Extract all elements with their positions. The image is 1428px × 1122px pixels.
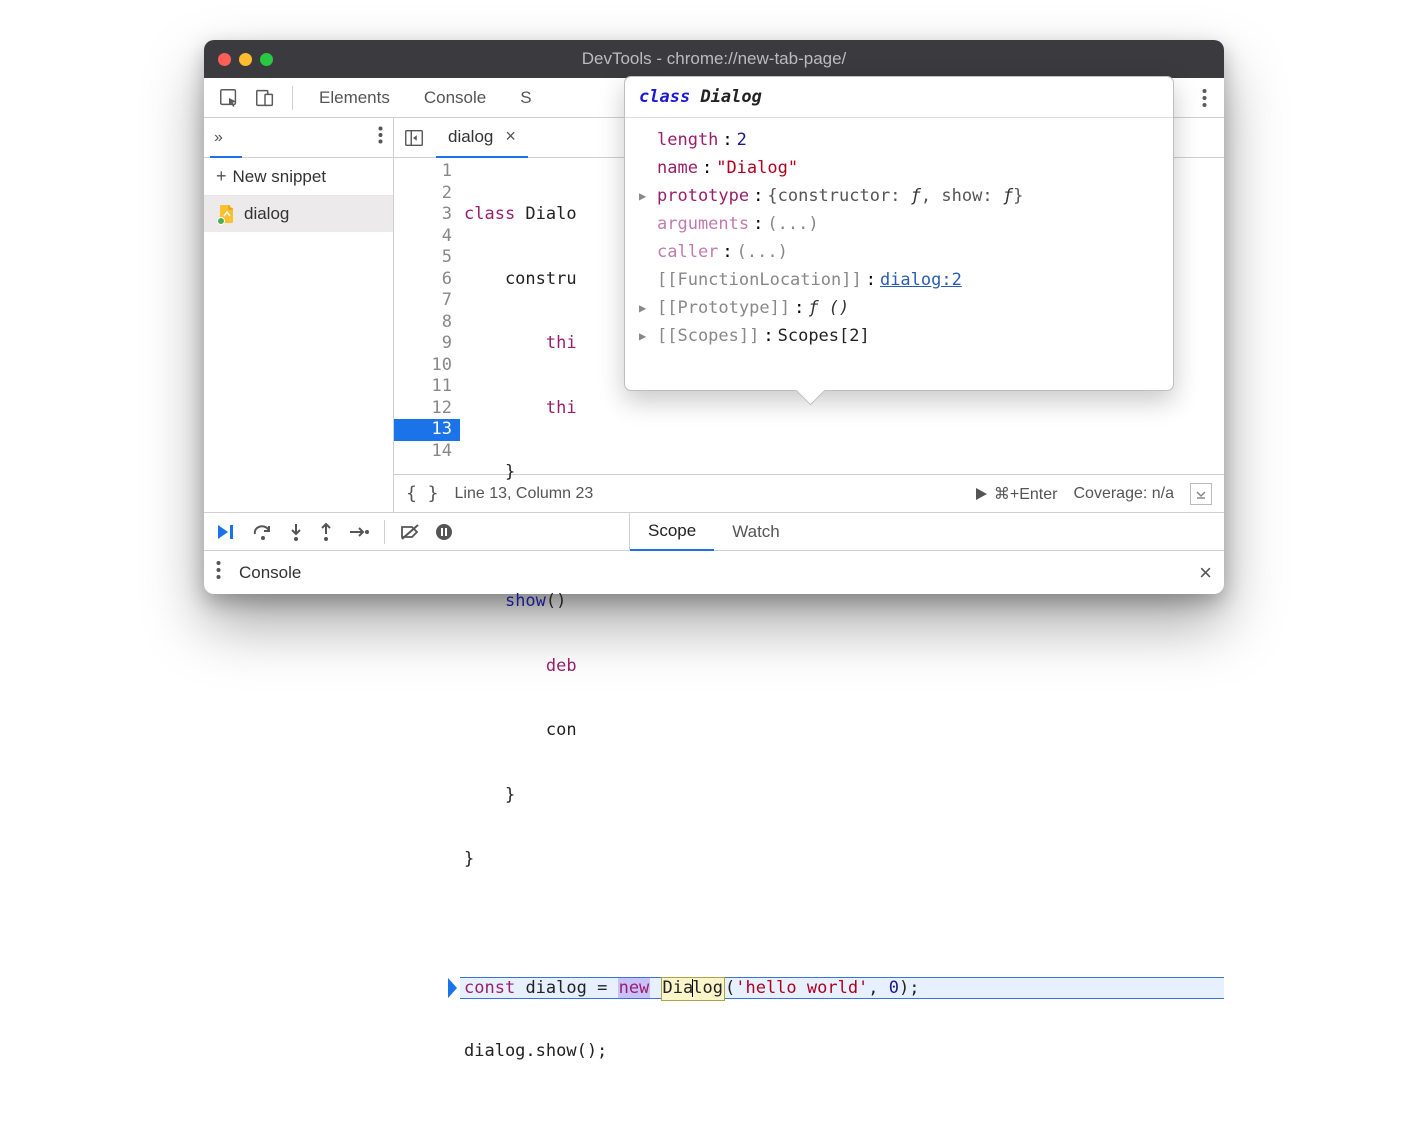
line-number: 8 <box>394 312 460 334</box>
code-line: } <box>460 785 1224 807</box>
modified-dot-icon <box>217 217 225 225</box>
plus-icon: + <box>216 166 227 187</box>
line-number: 12 <box>394 398 460 420</box>
code-line-active: const dialog = new Dialog('hello world',… <box>460 977 1224 999</box>
line-number: 7 <box>394 290 460 312</box>
step-over-icon[interactable] <box>252 523 274 541</box>
drawer-tab-console[interactable]: Console <box>239 563 301 583</box>
line-number: 1 <box>394 161 460 183</box>
titlebar: DevTools - chrome://new-tab-page/ <box>204 40 1224 78</box>
tab-console[interactable]: Console <box>410 78 500 118</box>
expand-icon[interactable]: ▶ <box>639 294 653 322</box>
prop-function-location[interactable]: [[FunctionLocation]]: dialog:2 <box>639 266 1159 294</box>
sidebar-more-icon[interactable] <box>378 126 383 149</box>
prop-name[interactable]: name: "Dialog" <box>639 154 1159 182</box>
code-line: con <box>460 720 1224 742</box>
close-window-button[interactable] <box>218 53 231 66</box>
resume-icon[interactable] <box>216 523 238 541</box>
step-into-icon[interactable] <box>288 522 304 542</box>
code-line: } <box>460 849 1224 871</box>
line-number: 11 <box>394 376 460 398</box>
prop-arguments[interactable]: arguments: (...) <box>639 210 1159 238</box>
code-line <box>460 914 1224 936</box>
divider <box>384 520 385 544</box>
code-line: thi <box>460 398 1224 420</box>
line-gutter: 1 2 3 4 5 6 7 8 9 10 11 12 13 14 <box>394 158 460 474</box>
more-tabs-icon[interactable] <box>1190 78 1218 118</box>
inspect-element-icon[interactable] <box>214 83 244 113</box>
line-number: 3 <box>394 204 460 226</box>
tab-sources-partial[interactable]: S <box>506 78 545 118</box>
code-line: } <box>460 462 1224 484</box>
snippet-file-icon <box>218 204 236 224</box>
maximize-window-button[interactable] <box>260 53 273 66</box>
snippet-item[interactable]: dialog <box>204 196 393 232</box>
close-tab-icon[interactable]: × <box>505 126 516 147</box>
prop-prototype[interactable]: ▶prototype: {constructor: ƒ, show: ƒ} <box>639 182 1159 210</box>
new-snippet-button[interactable]: + New snippet <box>204 158 393 196</box>
prop-prototype-internal[interactable]: ▶[[Prototype]]: ƒ () <box>639 294 1159 322</box>
pretty-print-button[interactable]: { } <box>406 483 439 504</box>
pause-on-exceptions-icon[interactable] <box>435 523 453 541</box>
sidebar-header: » <box>204 118 393 158</box>
divider <box>292 86 293 110</box>
line-number: 9 <box>394 333 460 355</box>
prop-scopes[interactable]: ▶[[Scopes]]: Scopes[2] <box>639 322 1159 350</box>
object-preview-tooltip: class Dialog length: 2 name: "Dialog" ▶p… <box>624 76 1174 391</box>
code-line: show() <box>460 591 1224 613</box>
line-number: 6 <box>394 269 460 291</box>
window-controls <box>218 53 273 66</box>
sidebar-expand-icon[interactable]: » <box>214 129 378 147</box>
devtools-window: DevTools - chrome://new-tab-page/ Elemen… <box>204 40 1224 594</box>
device-toolbar-icon[interactable] <box>250 83 280 113</box>
line-number: 2 <box>394 183 460 205</box>
line-number: 10 <box>394 355 460 377</box>
expand-icon[interactable]: ▶ <box>639 182 653 210</box>
new-snippet-label: New snippet <box>233 167 327 187</box>
minimize-window-button[interactable] <box>239 53 252 66</box>
tooltip-body: length: 2 name: "Dialog" ▶prototype: {co… <box>625 118 1173 390</box>
code-line: deb <box>460 656 1224 678</box>
drawer-more-icon[interactable] <box>216 560 221 586</box>
prop-caller[interactable]: caller: (...) <box>639 238 1159 266</box>
snippet-name: dialog <box>244 204 289 224</box>
file-tab-label: dialog <box>448 127 493 147</box>
code-line <box>460 527 1224 549</box>
tab-elements[interactable]: Elements <box>305 78 404 118</box>
deactivate-breakpoints-icon[interactable] <box>399 523 421 541</box>
expand-icon[interactable]: ▶ <box>639 322 653 350</box>
line-number: 5 <box>394 247 460 269</box>
line-number: 14 <box>394 441 460 463</box>
prop-length[interactable]: length: 2 <box>639 126 1159 154</box>
window-title: DevTools - chrome://new-tab-page/ <box>582 49 847 69</box>
line-number-active: 13 <box>394 419 460 441</box>
step-icon[interactable] <box>348 525 370 539</box>
tooltip-header: class Dialog <box>625 77 1173 118</box>
file-tab-dialog[interactable]: dialog × <box>436 118 528 158</box>
step-out-icon[interactable] <box>318 522 334 542</box>
navigator-sidebar: » + New snippet dialog <box>204 118 394 512</box>
toggle-navigator-icon[interactable] <box>400 124 428 152</box>
line-number: 4 <box>394 226 460 248</box>
code-line: dialog.show(); <box>460 1041 1224 1063</box>
